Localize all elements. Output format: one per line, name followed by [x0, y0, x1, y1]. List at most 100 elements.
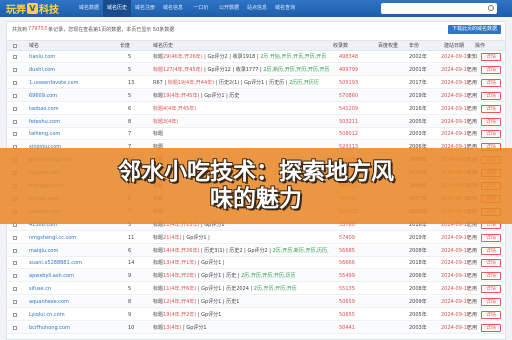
detail-button[interactable]: 详情 [481, 311, 501, 319]
detail-button[interactable]: 详情 [481, 285, 501, 294]
detail-button[interactable]: 详情 [481, 246, 501, 255]
history-detail: 标题13(4年,开1年) | Gp评分1 | [153, 257, 329, 269]
nav-item[interactable]: 公开数据 [215, 0, 243, 17]
domain-link[interactable]: nmgshengl.cc.com [29, 232, 76, 244]
row-checkbox[interactable] [13, 287, 17, 292]
row-checkbox[interactable] [13, 55, 17, 59]
history-segment: 13(4年,开1年) [163, 260, 197, 267]
history-segment: 2历,新历,开历,开历,开历,开历 [263, 66, 329, 73]
history-segment: | Gp评分1 | 历史 [199, 92, 240, 99]
site-logo[interactable]: 玩弄 V 科技 [0, 0, 65, 17]
site-date: 2024-09-19 [441, 131, 471, 138]
domain-link[interactable]: bcrfhuhong.com [29, 322, 70, 334]
row-checkbox[interactable] [13, 235, 17, 240]
history-segment: 标题 [153, 286, 164, 293]
history-segment: | Gp评分12 | 收录1777 | [202, 66, 264, 73]
row-checkbox[interactable] [13, 80, 17, 85]
detail-button[interactable]: 详情 [481, 104, 501, 113]
index-count: 56666 [339, 260, 355, 267]
history-segment: | Gp评分2 | 收录1918 | [202, 54, 261, 60]
select-all-checkbox[interactable] [13, 44, 17, 48]
domain-link[interactable]: aquanhexe.com [29, 296, 69, 308]
history-segment: 标题 [153, 54, 164, 60]
index-count: 570860 [339, 92, 359, 99]
domain-link[interactable]: Lyiqlui.cn.com [29, 309, 65, 321]
history-segment: 标题4(4年,开45年) [153, 105, 197, 112]
table-row: feteshu.com 8 标题3(4年) 503211 2005年 2024-09-19… [7, 115, 505, 128]
domain-link[interactable]: 1.uowenfavote.com [29, 77, 78, 89]
row-checkbox[interactable] [13, 106, 17, 111]
row-checkbox[interactable] [13, 325, 17, 330]
detail-button[interactable]: 详情 [481, 78, 501, 87]
search-input[interactable] [381, 3, 497, 14]
nav-item[interactable]: 站点信息 [243, 0, 271, 17]
detail-button[interactable]: 详情 [481, 298, 501, 307]
domain-link[interactable]: feteshu.com [29, 116, 60, 128]
detail-button[interactable]: 详情 [481, 259, 501, 268]
nav-item[interactable]: 域名信息 [159, 0, 187, 17]
history-segment: 21(4年) [163, 234, 182, 241]
detail-button[interactable]: 详情 [481, 130, 501, 139]
history-segment: 2历,开历,开历,开历 [253, 286, 297, 293]
summary-prefix: 共找到 [12, 26, 28, 33]
domain-link[interactable]: apwxbyll.ash.com [29, 270, 74, 282]
nav-item[interactable]: 域名数据 [75, 0, 103, 17]
detail-button[interactable]: 详情 [481, 91, 501, 100]
domain-year: 2008年 [409, 247, 427, 254]
index-count: 503211 [339, 118, 359, 125]
row-checkbox[interactable] [13, 119, 17, 124]
row-checkbox[interactable] [13, 93, 17, 98]
domain-link[interactable]: sifuse.cn [29, 283, 51, 295]
domain-link[interactable]: maiqiu.com [29, 245, 58, 257]
detail-button[interactable]: 详情 [481, 233, 501, 242]
domain-link[interactable]: 69609.com [29, 90, 57, 102]
domain-link[interactable]: taobao.com [29, 103, 59, 115]
status-text: 已用 [467, 299, 478, 306]
domain-year: 2006年 [409, 273, 427, 280]
site-date: 2024-09-19 [441, 118, 471, 125]
domain-link[interactable]: duxhl.com [29, 64, 55, 76]
site-date: 2024-09-19 [441, 247, 471, 254]
history-segment: 11(4年,开6年) [163, 286, 197, 293]
row-checkbox[interactable] [13, 248, 17, 253]
site-date: 2024-09-19 [441, 79, 471, 86]
history-detail: 标题14(4年,开26年) | 历史3(1) | 历史2 | Gp评分2 | 2… [153, 245, 329, 257]
index-count: 499799 [339, 66, 359, 73]
detail-button[interactable]: 详情 [481, 53, 501, 61]
row-checkbox[interactable] [13, 67, 17, 72]
history-segment: 标题 [153, 273, 164, 280]
detail-button[interactable]: 详情 [481, 117, 501, 126]
nav-item[interactable]: 一口价 [187, 0, 215, 17]
status-text: 已用 [467, 312, 478, 318]
domain-year: 2017年 [409, 79, 427, 86]
row-checkbox[interactable] [13, 274, 17, 279]
domain-link[interactable]: tiaolu.com [29, 51, 55, 63]
table-row: taiheng.com 7 标题 508012 2003年 2024-09-19 已用 详情 [7, 128, 505, 141]
logo-text-part2: 科技 [39, 5, 59, 16]
nav-item[interactable]: 域名查询 [271, 0, 299, 17]
row-checkbox[interactable] [13, 300, 17, 305]
table-row: tiaolu.com 5 标题29(46年,开26年) | Gp评分2 | 收录19… [7, 51, 505, 63]
detail-button[interactable]: 详情 [481, 323, 501, 332]
nav-item[interactable]: 域名历史 [103, 0, 131, 17]
detail-button[interactable]: 详情 [481, 65, 501, 74]
nav-item[interactable]: 域名注册 [131, 0, 159, 17]
table-row: maiqiu.com 6 标题14(4年,开26年) | 历史3(1) | 历史2 … [7, 244, 505, 257]
domain-link[interactable]: taiheng.com [29, 128, 60, 140]
domain-link[interactable]: xuanl.o5288881.com [29, 257, 82, 269]
main-nav: 域名数据 域名历史 域名注册 域名信息 一口价 公开数据 站点信息 域名查询 [75, 0, 299, 17]
site-date: 2024-09-19 [441, 273, 471, 280]
domain-year: 2009年 [409, 299, 427, 306]
row-checkbox[interactable] [13, 313, 17, 317]
table-row: 69609.com 5 标题19(4年,开45年) | Gp评分1 | 历史 5708… [7, 89, 505, 102]
table-header: 域名 长度 域名历史 收录数 百度权重 年份 建站日期 操作 [7, 40, 505, 51]
detail-button[interactable]: 详情 [481, 272, 501, 281]
table-row: 1.uowenfavote.com 13 R67 | 标题19(4年,开44年) |… [7, 77, 505, 89]
domain-length: 6 [128, 247, 132, 254]
row-checkbox[interactable] [13, 261, 17, 266]
history-segment: 标题 [153, 234, 164, 241]
domain-year: 2005年 [409, 118, 427, 125]
download-page-button[interactable]: 下载此页的域名数据 [447, 25, 501, 34]
row-checkbox[interactable] [13, 132, 17, 137]
search-icon[interactable] [488, 5, 494, 11]
